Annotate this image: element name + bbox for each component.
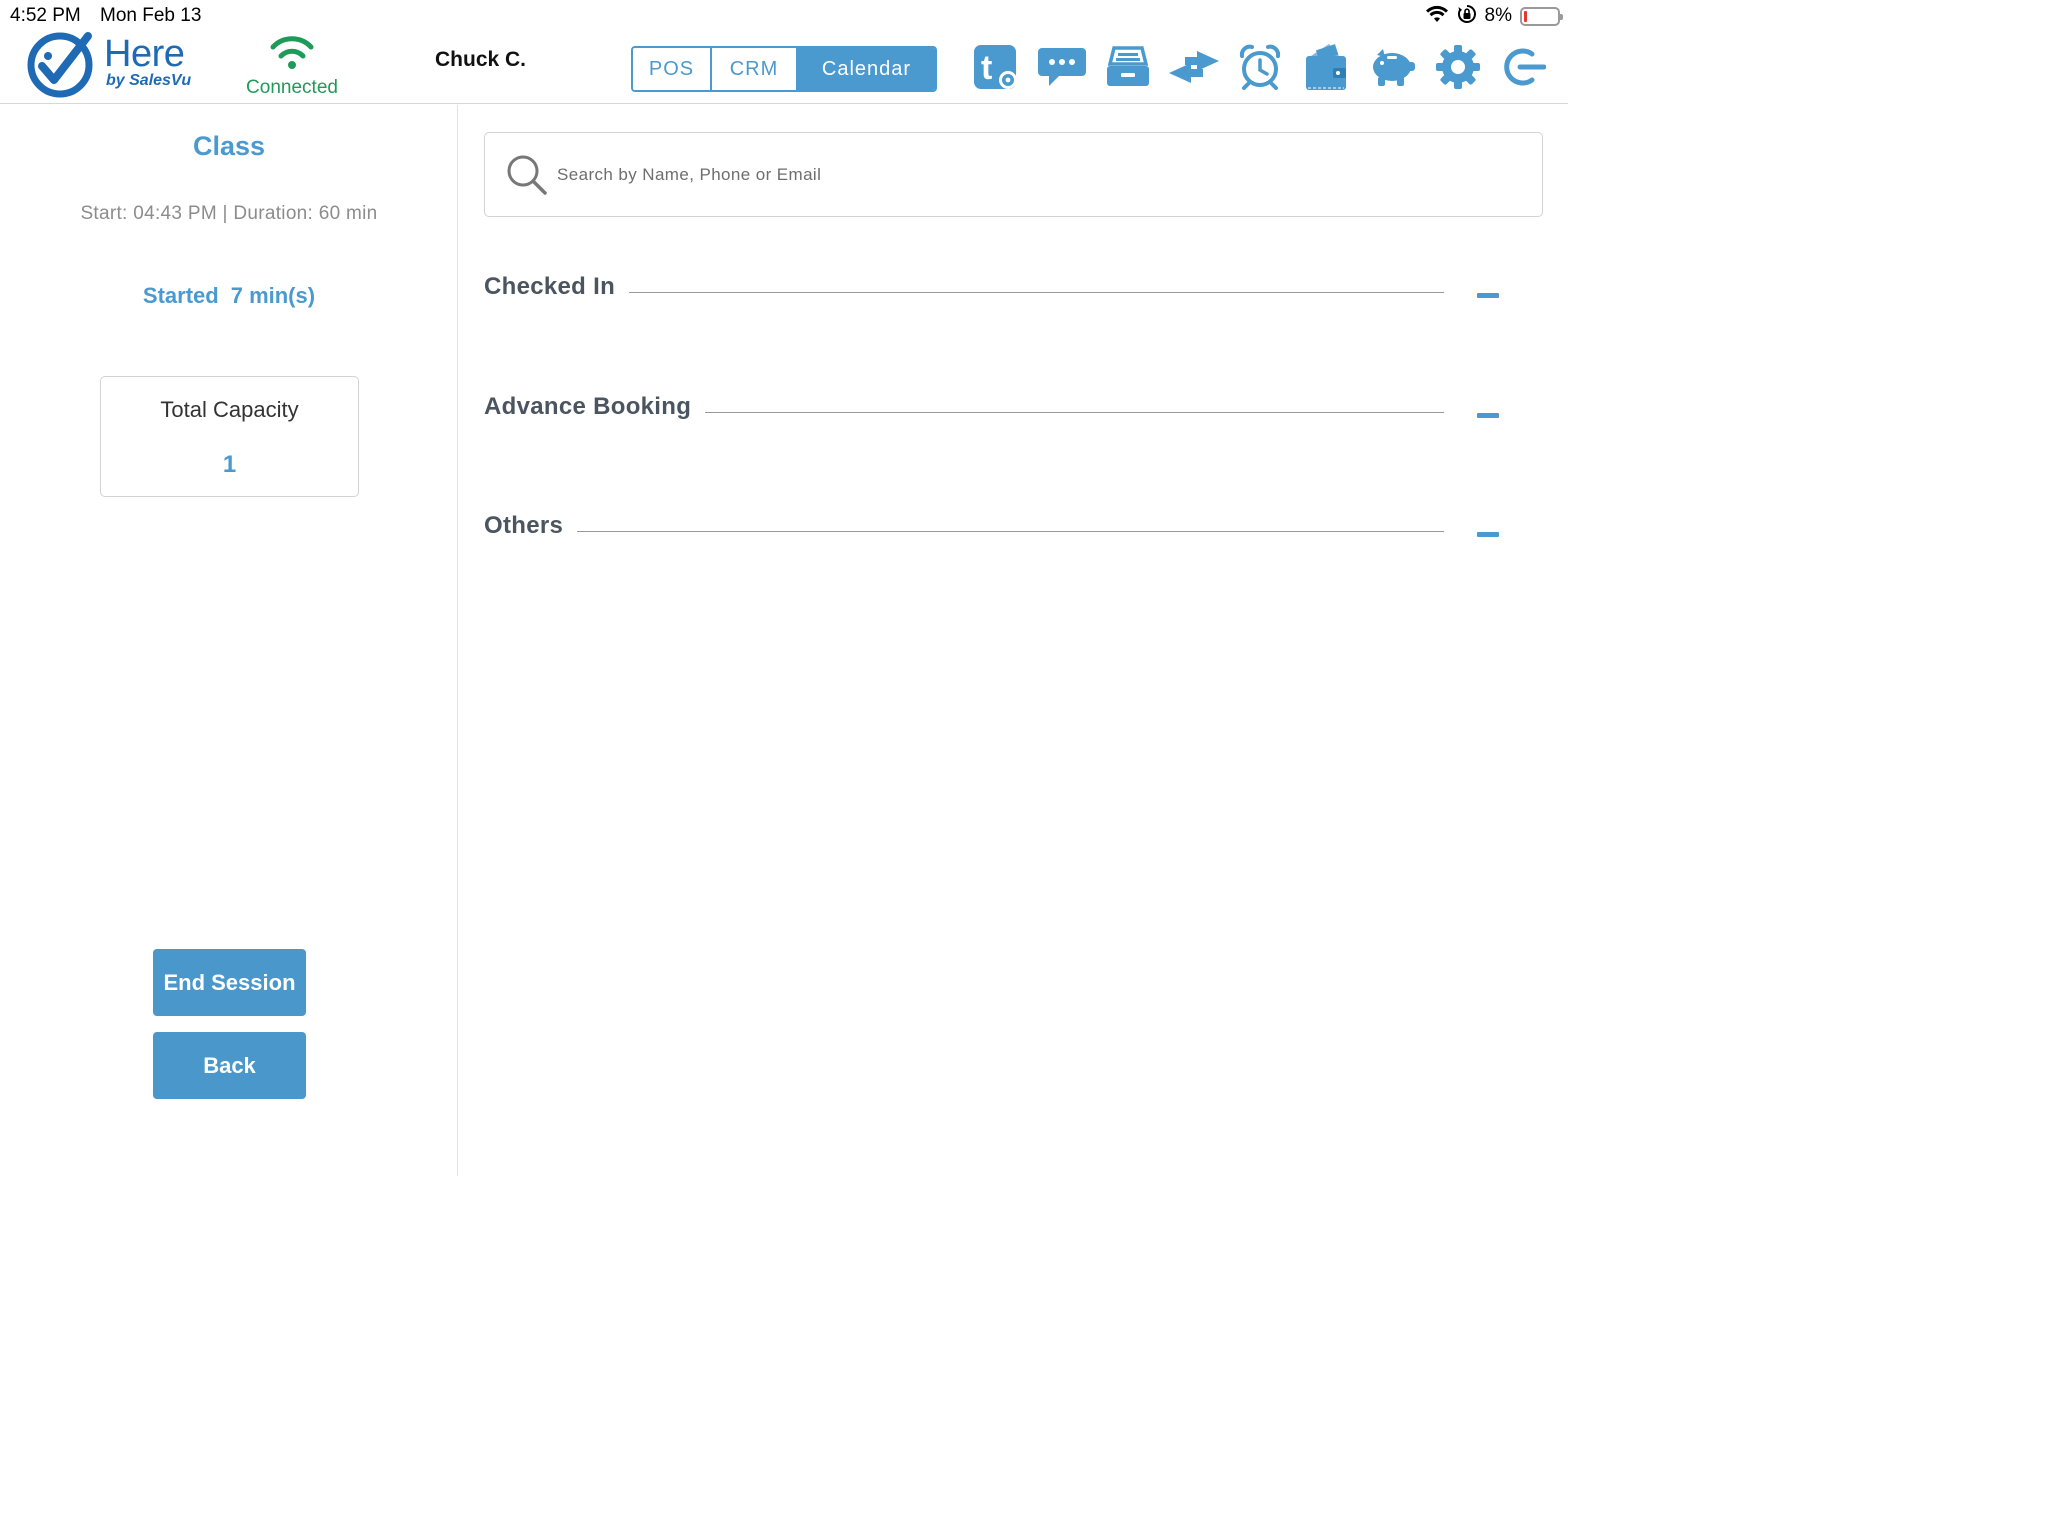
section-title-others: Others [484, 512, 578, 540]
collapse-others-button[interactable] [1477, 532, 1499, 537]
battery-percent: 8% [1484, 5, 1512, 26]
battery-icon [1520, 6, 1563, 26]
started-label: Started [142, 283, 219, 308]
logo-name: Here [104, 33, 185, 75]
transfer-icon[interactable] [1161, 40, 1227, 94]
wallet-icon[interactable] [1293, 40, 1359, 94]
tab-pos[interactable]: POS [633, 48, 710, 90]
tablet-settings-icon[interactable]: t [963, 40, 1029, 94]
status-time: 4:52 PM [10, 5, 81, 26]
section-divider [484, 531, 1444, 532]
battery-fill [1524, 10, 1527, 22]
capacity-card: Total Capacity 1 [100, 376, 359, 497]
tab-calendar[interactable]: Calendar [796, 48, 935, 90]
session-title: Class [192, 131, 266, 161]
section-title-checked-in: Checked In [484, 273, 630, 301]
app-logo: Here by SalesVu [26, 30, 196, 100]
connected-wifi-icon [270, 36, 314, 69]
started-value: 7 min(s) [230, 283, 316, 308]
connection-label: Connected [246, 77, 338, 98]
app-header: Here by SalesVu Connected Chuck C. POS C… [0, 30, 1568, 104]
collapse-advance-booking-button[interactable] [1477, 413, 1499, 418]
search-box [484, 132, 1543, 217]
svg-text:t: t [981, 49, 992, 87]
section-title-advance-booking: Advance Booking [484, 393, 706, 421]
toolbar: t [963, 40, 1557, 94]
wifi-icon [1425, 5, 1449, 28]
logo-tagline: by SalesVu [106, 72, 192, 89]
capacity-label: Total Capacity [160, 397, 299, 422]
user-name: Chuck C. [435, 48, 527, 71]
collapse-checked-in-button[interactable] [1477, 293, 1499, 298]
alarm-icon[interactable] [1227, 40, 1293, 94]
end-session-button[interactable]: End Session [153, 949, 306, 1016]
back-button[interactable]: Back [153, 1032, 306, 1099]
search-input[interactable] [557, 153, 1517, 197]
status-right: 8% [1425, 4, 1563, 29]
session-panel: Class Start: 04:43 PM | Duration: 60 min… [0, 105, 458, 1176]
section-others: Others [484, 512, 1544, 552]
logo-check-icon [27, 32, 93, 98]
status-date: Mon Feb 13 [100, 5, 202, 26]
attendee-panel: Checked In Advance Booking Others [459, 105, 1568, 1176]
section-advance-booking: Advance Booking [484, 393, 1544, 433]
session-elapsed: Started 7 min(s) [0, 283, 458, 309]
orientation-lock-icon [1457, 4, 1477, 29]
piggy-bank-icon[interactable] [1359, 40, 1425, 94]
tab-crm[interactable]: CRM [710, 48, 796, 90]
chat-icon[interactable] [1029, 40, 1095, 94]
section-checked-in: Checked In [484, 273, 1544, 313]
gear-icon[interactable] [1425, 40, 1491, 94]
session-meta: Start: 04:43 PM | Duration: 60 min [80, 203, 378, 224]
connection-status: Connected [242, 36, 342, 99]
cash-drawer-icon[interactable] [1095, 40, 1161, 94]
search-icon [507, 155, 547, 195]
module-switcher: POS CRM Calendar [631, 46, 937, 92]
logout-icon[interactable] [1491, 40, 1557, 94]
capacity-value: 1 [222, 451, 237, 478]
status-bar: 4:52 PM Mon Feb 13 8% [0, 0, 1568, 30]
